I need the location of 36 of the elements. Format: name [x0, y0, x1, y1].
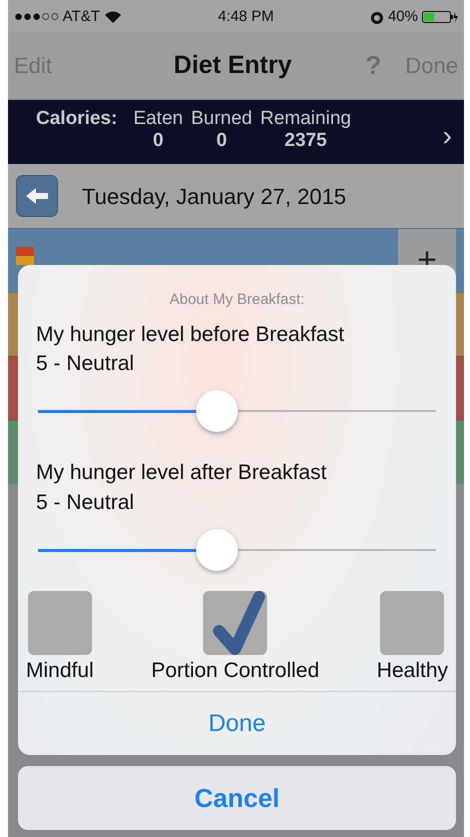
option-label: Portion Controlled — [151, 658, 320, 684]
carrier-text: ●●●○○ AT&T — [14, 7, 100, 27]
time-text: 4:48 PM — [218, 7, 274, 27]
wifi-icon — [104, 10, 122, 24]
meal-icon — [16, 246, 34, 264]
slider-label: My hunger level after Breakfast — [35, 460, 328, 486]
done-button[interactable]: Done — [18, 691, 456, 755]
left-arrow-icon — [24, 186, 50, 206]
calorie-value: 0 — [216, 130, 227, 152]
checkbox[interactable] — [203, 591, 268, 656]
check-icon — [211, 591, 266, 656]
dialog-title: About My Breakfast: — [168, 290, 306, 310]
calorie-heading: Remaining — [260, 108, 352, 130]
alarm-icon — [370, 10, 384, 24]
calories-label: Calories: — [36, 108, 118, 130]
back-arrow-button[interactable] — [16, 175, 58, 217]
checkbox[interactable] — [28, 591, 92, 656]
help-button[interactable]: ? — [366, 46, 382, 85]
calorie-value: 2375 — [284, 130, 327, 152]
calorie-heading: Eaten — [133, 108, 183, 130]
slider-reading: 5 - Neutral — [35, 490, 136, 516]
checkbox[interactable] — [380, 591, 444, 656]
slider-thumb[interactable] — [196, 529, 238, 572]
cancel-button[interactable]: Cancel — [18, 766, 456, 830]
screen-title: Diet Entry — [174, 50, 292, 81]
option-label: Mindful — [26, 658, 94, 684]
battery-percent: 40% — [388, 7, 418, 27]
option-label: Healthy — [376, 658, 448, 684]
calorie-value: 0 — [152, 130, 164, 152]
slider-thumb[interactable] — [196, 390, 238, 432]
chevron-icon[interactable]: › — [442, 120, 452, 152]
slider-reading: 5 - Neutral — [35, 350, 136, 377]
battery-icon — [422, 10, 458, 24]
slider-label: My hunger level before Breakfast — [35, 322, 346, 348]
calorie-heading: Burned — [190, 108, 252, 130]
date-text: Tuesday, January 27, 2015 — [82, 182, 346, 211]
